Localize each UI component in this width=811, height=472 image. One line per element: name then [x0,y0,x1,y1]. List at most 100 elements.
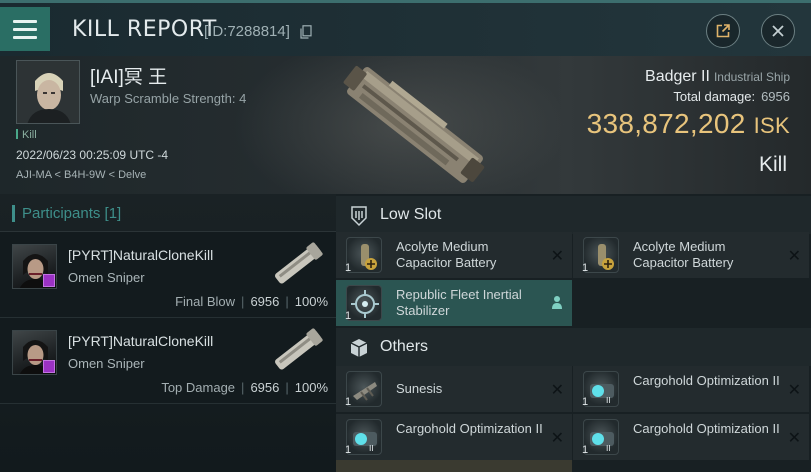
next-item-partial[interactable] [336,460,572,472]
menu-button[interactable] [0,7,50,51]
cube-icon [350,339,368,357]
character-portrait-image [17,61,79,123]
fitting-item[interactable]: II 1 Cargohold Optimization II ✕ [573,366,809,412]
close-button[interactable] [761,14,795,48]
participant-stats: Top Damage | 6956 | 100% [161,380,328,395]
damage-role-label: Top Damage [161,380,236,395]
svg-text:II: II [606,396,611,405]
divider: | [241,380,245,395]
capacitor-battery-icon [583,237,619,273]
corp-badge-icon [43,360,55,373]
fitting-item[interactable]: 1 Sunesis ✕ [336,366,572,412]
item-name: Cargohold Optimization II [396,421,543,436]
capacitor-battery-icon [346,237,382,273]
item-name: Sunesis [396,381,443,396]
external-link-icon [716,24,730,38]
kill-location[interactable]: AJI-MA < B4H-9W < Delve [16,169,146,181]
destroyed-icon: ✕ [550,430,564,447]
destroyed-icon: ✕ [550,382,564,399]
corp-badge-icon [43,274,55,287]
ship-render-image [343,66,485,183]
menu-icon-line [13,35,37,39]
cargohold-rig-icon: II [346,419,382,455]
damage-role-label: Final Blow [175,294,236,309]
destroyed-icon: ✕ [550,248,564,265]
victim-portrait[interactable] [16,60,80,124]
low-slot-header: Low Slot [336,196,811,234]
participants-header: Participants [1] [0,194,336,232]
damage-percent: 100% [294,294,328,309]
others-header: Others [336,328,811,366]
item-name: Republic Fleet Inertial Stabilizer [396,287,522,318]
item-name: Cargohold Optimization II [633,373,780,388]
svg-text:II: II [369,444,374,453]
item-name: Cargohold Optimization II [633,421,780,436]
fitting-item[interactable]: 1 Republic Fleet Inertial Stabilizer [336,280,572,326]
kill-id: [ID:7288814] [204,23,290,40]
cargohold-rig-icon: II [583,371,619,407]
kill-timestamp: 2022/06/23 00:25:09 UTC -4 [16,148,169,162]
item-name: Acolyte Medium Capacitor Battery [633,239,734,270]
fitting-item[interactable]: II 1 Cargohold Optimization II ✕ [573,414,809,460]
fitting-item[interactable]: 1 Acolyte Medium Capacitor Battery ✕ [336,232,572,278]
divider: | [285,380,289,395]
participants-panel: Participants [1] [PYRT]NaturalCloneKill … [0,194,336,472]
kill-summary: [IAI]冥 王 Warp Scramble Strength: 4 Kill … [0,56,811,194]
accent-bar [12,205,15,222]
destroyed-icon: ✕ [787,382,801,399]
title-bar: KILL REPORT [ID:7288814] [0,0,811,56]
participant-name[interactable]: [PYRT]NaturalCloneKill [68,247,213,263]
ship-sunesis-icon [346,371,382,407]
item-quantity: 1 [582,262,589,274]
low-slot-title: Low Slot [380,206,442,223]
ship-type[interactable]: Badger II Industrial Ship [645,68,790,86]
participant-name[interactable]: [PYRT]NaturalCloneKill [68,333,213,349]
item-quantity: 1 [582,444,589,456]
share-button[interactable] [706,14,740,48]
inertial-stabilizer-icon [346,285,382,321]
divider: | [285,294,289,309]
page-title: KILL REPORT [72,17,217,42]
divider: | [241,294,245,309]
participant-row[interactable]: [PYRT]NaturalCloneKill Omen Sniper Final… [0,232,336,318]
low-slot-icon [351,206,367,227]
dropped-icon [552,296,562,309]
participant-stats: Final Blow | 6956 | 100% [175,294,328,309]
kill-tag: Kill [16,129,37,141]
participant-ship-icon [275,242,323,284]
close-icon [772,25,784,37]
total-damage-label: Total damage: [673,89,756,104]
participants-title: Participants [1] [22,205,122,222]
damage-percent: 100% [294,380,328,395]
fitting-item[interactable]: 1 Acolyte Medium Capacitor Battery ✕ [573,232,809,278]
copy-icon[interactable] [300,25,312,39]
isk-value: 338,872,202 ISK [587,108,790,140]
damage-value: 6956 [250,294,280,309]
destroyed-icon: ✕ [787,430,801,447]
participant-ship: Omen Sniper [68,356,145,371]
cargohold-rig-icon: II [583,419,619,455]
damage-value: 6956 [250,380,280,395]
fitting-item[interactable]: II 1 Cargohold Optimization II ✕ [336,414,572,460]
victim-name[interactable]: [IAI]冥 王 [90,62,167,89]
isk-amount: 338,872,202 [586,108,746,139]
item-quantity: 1 [582,396,589,408]
participant-ship-icon [275,328,323,370]
total-damage: Total damage: 6956 [673,89,790,104]
isk-unit: ISK [753,113,790,138]
item-quantity: 1 [345,310,352,322]
total-damage-value: 6956 [761,89,790,104]
item-quantity: 1 [345,262,352,274]
item-quantity: 1 [345,396,352,408]
result-label: Kill [758,153,787,176]
destroyed-icon: ✕ [787,248,801,265]
svg-text:II: II [606,444,611,453]
menu-icon-line [13,19,37,23]
menu-icon-line [13,27,37,31]
participant-row[interactable]: [PYRT]NaturalCloneKill Omen Sniper Top D… [0,318,336,404]
ship-class: Industrial Ship [713,70,790,84]
item-quantity: 1 [345,444,352,456]
others-title: Others [380,338,429,355]
item-name: Acolyte Medium Capacitor Battery [396,239,497,270]
fitting-panel: Low Slot 1 Acolyte Medium Capacitor Batt… [336,194,811,472]
